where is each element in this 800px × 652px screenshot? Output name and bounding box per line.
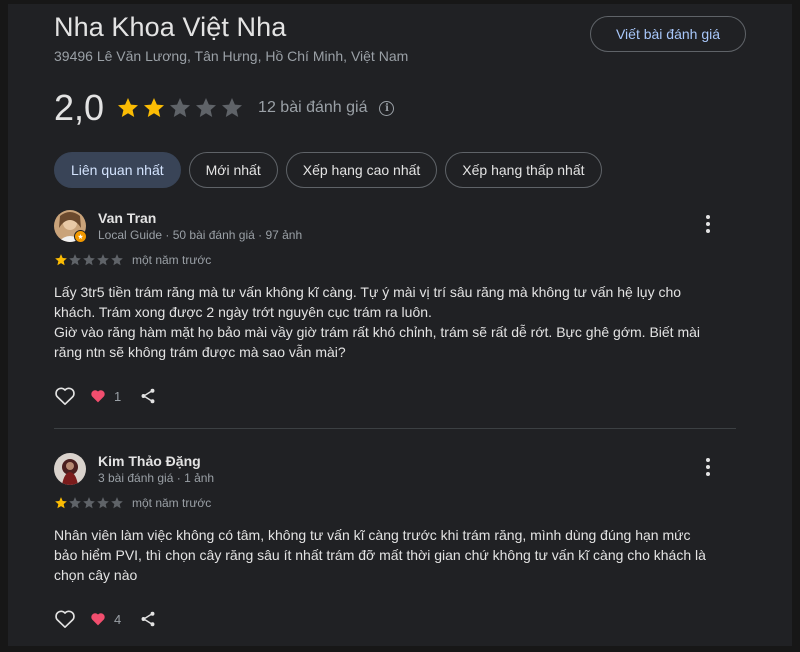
- chip-newest[interactable]: Mới nhất: [188, 152, 278, 188]
- review-stars: [54, 253, 124, 267]
- review-author-meta: 3 bài đánh giá · 1 ảnh: [98, 471, 215, 485]
- star-filled-icon: [55, 254, 67, 266]
- review-card: ★ Van Tran Local Guide · 50 bài đánh giá…: [54, 210, 744, 420]
- frame-edge: [792, 0, 800, 652]
- frame-edge: [0, 646, 800, 652]
- review-date: một năm trước: [132, 253, 212, 267]
- review-count: 12 bài đánh giá: [258, 99, 368, 116]
- star-empty-icon: [69, 254, 81, 266]
- like-heart-icon[interactable]: [54, 386, 76, 406]
- star-empty-icon: [97, 254, 109, 266]
- star-empty-icon: [83, 497, 95, 509]
- review-text: Nhân viên làm việc không có tâm, không t…: [54, 525, 734, 585]
- review-author[interactable]: Van Tran: [98, 210, 156, 226]
- star-empty-icon: [111, 497, 123, 509]
- star-empty-icon: [69, 497, 81, 509]
- star-empty-icon: [196, 98, 217, 117]
- heart-filled-icon: [91, 613, 105, 626]
- review-text-line: Giờ vào răng hàm mặt họ bảo mài vầy giờ …: [54, 324, 701, 340]
- review-actions: 1: [54, 386, 157, 406]
- chip-highest-rating[interactable]: Xếp hạng cao nhất: [285, 152, 438, 188]
- share-icon[interactable]: [139, 610, 157, 628]
- review-card: Kim Thảo Đặng 3 bài đánh giá · 1 ảnh một…: [54, 453, 744, 643]
- star-empty-icon: [97, 497, 109, 509]
- star-filled-icon: [55, 497, 67, 509]
- divider: [54, 428, 736, 429]
- more-options-icon[interactable]: [702, 455, 714, 479]
- rating-value: 2,0: [54, 87, 105, 128]
- star-empty-icon: [222, 98, 243, 117]
- write-review-button[interactable]: Viết bài đánh giá: [590, 16, 746, 52]
- star-empty-icon: [111, 254, 123, 266]
- review-actions: 4: [54, 609, 157, 629]
- star-empty-icon: [83, 254, 95, 266]
- review-text: Lấy 3tr5 tiền trám răng mà tư vấn không …: [54, 282, 734, 362]
- local-guide-badge-icon: ★: [74, 230, 87, 243]
- review-rating: một năm trước: [54, 253, 211, 267]
- like-count-badge: 4: [90, 612, 121, 627]
- frame-edge: [0, 0, 8, 652]
- heart-filled-icon: [91, 390, 105, 403]
- star-filled-icon: [144, 98, 165, 117]
- like-count: 4: [114, 611, 122, 627]
- place-title: Nha Khoa Việt Nha: [54, 12, 287, 42]
- sort-chips: Liên quan nhất Mới nhất Xếp hạng cao nhấ…: [54, 152, 610, 188]
- star-filled-icon: [118, 98, 139, 117]
- review-text-line: bảo hiểm PVI, thì chọn cây răng sâu ít n…: [54, 547, 706, 563]
- review-rating: một năm trước: [54, 496, 211, 510]
- chip-most-relevant[interactable]: Liên quan nhất: [54, 152, 181, 188]
- avatar[interactable]: [54, 453, 86, 485]
- review-text-line: Nhân viên làm việc không có tâm, không t…: [54, 527, 691, 543]
- reviews-panel: Nha Khoa Việt Nha 39496 Lê Văn Lương, Tâ…: [0, 0, 800, 652]
- info-icon[interactable]: i: [379, 100, 395, 116]
- review-stars: [54, 496, 124, 510]
- place-address: 39496 Lê Văn Lương, Tân Hưng, Hồ Chí Min…: [54, 48, 409, 64]
- like-count: 1: [114, 388, 122, 404]
- star-empty-icon: [170, 98, 191, 117]
- more-options-icon[interactable]: [702, 212, 714, 236]
- rating-summary: 2,0 12 bài đánh giá i: [54, 86, 395, 130]
- review-text-line: chọn cây nào: [54, 567, 138, 583]
- like-count-badge: 1: [90, 389, 121, 404]
- review-text-line: Lấy 3tr5 tiền trám răng mà tư vấn không …: [54, 284, 682, 300]
- review-author[interactable]: Kim Thảo Đặng: [98, 453, 201, 469]
- rating-stars: [116, 96, 246, 120]
- frame-edge: [0, 0, 800, 4]
- like-heart-icon[interactable]: [54, 609, 76, 629]
- share-icon[interactable]: [139, 387, 157, 405]
- review-author-meta: Local Guide · 50 bài đánh giá · 97 ảnh: [98, 228, 303, 242]
- chip-lowest-rating[interactable]: Xếp hạng thấp nhất: [445, 152, 602, 188]
- review-date: một năm trước: [132, 496, 212, 510]
- review-text-line: khách. Trám xong được 2 ngày trớt nguyên…: [54, 304, 432, 320]
- review-text-line: răng ntn sẽ không trám được mà sao vẫn m…: [54, 344, 346, 360]
